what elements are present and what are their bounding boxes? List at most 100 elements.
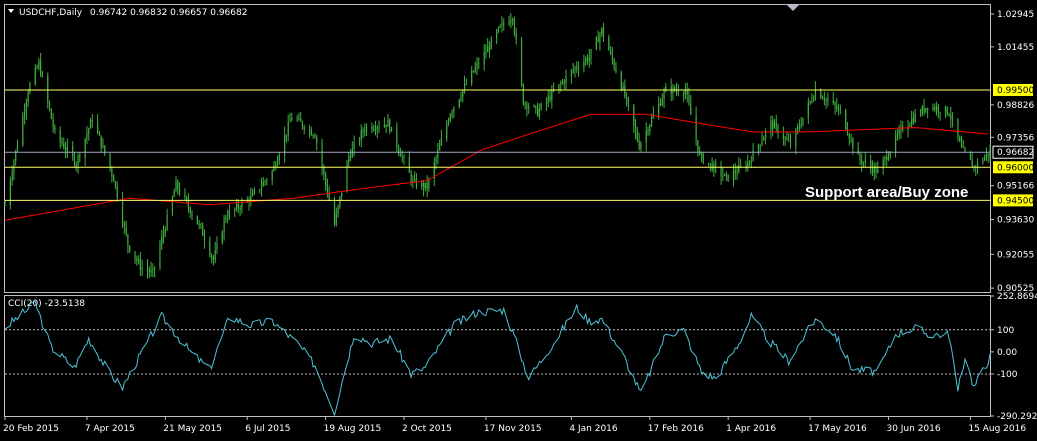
candle-body <box>275 165 277 167</box>
time-tick-label: 17 May 2016 <box>808 424 867 434</box>
candle-body <box>748 160 751 163</box>
candle-body <box>503 23 505 25</box>
candle-body <box>595 37 597 50</box>
candle-body <box>775 122 777 126</box>
candle-body <box>301 121 304 127</box>
candle-body <box>209 241 211 256</box>
candle-body <box>64 148 67 151</box>
price-tick-label: 0.97356 <box>997 133 1034 143</box>
candle-body <box>66 146 68 151</box>
candle-body <box>620 72 622 90</box>
time-tick-label: 2 Oct 2015 <box>402 424 452 434</box>
candle-body <box>113 175 115 182</box>
candle-body <box>191 213 193 216</box>
candle-body <box>647 130 649 132</box>
candle-body <box>52 118 54 128</box>
candle-body <box>98 132 101 136</box>
candle-body <box>572 69 574 71</box>
candle-body <box>239 208 241 210</box>
candle-body <box>577 68 580 70</box>
candle-body <box>139 259 141 270</box>
candle-body <box>11 173 13 181</box>
candle-body <box>164 229 166 233</box>
candle-body <box>298 117 300 120</box>
candle-body <box>34 68 36 85</box>
candle-body <box>501 23 503 26</box>
candle-body <box>358 139 361 143</box>
candle-body <box>134 251 136 259</box>
candle-body <box>700 153 703 155</box>
usdchf-chart-window[interactable]: USDCHF,Daily 0.96742 0.96832 0.96657 0.9… <box>0 0 1037 441</box>
candle-body <box>626 96 628 98</box>
candle-body <box>300 117 302 122</box>
candle-body <box>48 101 51 110</box>
candle-body <box>166 214 168 230</box>
price-tick-label: 0.92055 <box>997 250 1034 260</box>
candle-body <box>545 100 548 104</box>
candle-body <box>314 135 316 138</box>
candle-body <box>750 160 752 162</box>
candle-body <box>932 106 934 110</box>
candle-body <box>435 157 437 163</box>
candle-body <box>100 135 102 148</box>
level-label: 0.94500 <box>997 196 1034 206</box>
candle-body <box>513 19 516 33</box>
candle-body <box>948 114 950 116</box>
candle-body <box>732 170 735 181</box>
price-tick-label: 0.98826 <box>997 101 1034 111</box>
candle-body <box>328 193 330 201</box>
candle-body <box>478 63 480 65</box>
candle-body <box>602 28 605 38</box>
candle-body <box>422 182 425 189</box>
candle-body <box>121 198 124 225</box>
candle-body <box>761 140 763 145</box>
candle-body <box>894 135 897 153</box>
candle-body <box>709 163 711 165</box>
candle-body <box>73 155 76 165</box>
candle-body <box>178 189 181 194</box>
candle-body <box>141 267 143 270</box>
candle-body <box>976 162 979 168</box>
candle-body <box>360 130 362 140</box>
candle-body <box>725 173 727 175</box>
candle-body <box>927 108 929 110</box>
candle-body <box>27 92 29 103</box>
candle-body <box>989 150 991 156</box>
symbol-header: USDCHF,Daily <box>19 8 83 18</box>
candle-body <box>798 126 801 128</box>
candle-body <box>150 269 152 273</box>
candle-body <box>862 162 865 164</box>
candle-body <box>861 159 863 164</box>
candle-body <box>540 103 542 110</box>
candle-body <box>333 200 336 225</box>
candle-body <box>499 25 501 28</box>
candle-body <box>622 85 624 90</box>
candle-body <box>390 127 393 132</box>
candle-body <box>553 90 555 92</box>
candle-body <box>763 137 765 141</box>
candle-body <box>633 104 635 126</box>
candle-body <box>811 100 813 102</box>
candle-body <box>341 192 343 197</box>
candle-body <box>971 159 973 168</box>
candle-body <box>962 147 964 149</box>
candle-body <box>615 67 617 73</box>
candle-body <box>471 70 473 84</box>
candle-body <box>77 155 79 166</box>
candle-body <box>187 200 190 208</box>
candle-body <box>809 101 811 103</box>
candle-body <box>923 106 925 112</box>
candle-body <box>373 129 375 131</box>
candle-body <box>460 96 462 100</box>
candle-body <box>321 143 323 168</box>
candle-body <box>911 118 913 125</box>
candle-body <box>638 140 640 149</box>
candle-body <box>235 204 238 209</box>
candle-body <box>458 99 460 108</box>
candle-body <box>597 37 599 43</box>
candle-body <box>437 150 439 158</box>
candle-body <box>223 220 225 233</box>
candle-body <box>227 217 229 219</box>
candle-body <box>421 182 423 187</box>
candle-body <box>599 34 601 43</box>
